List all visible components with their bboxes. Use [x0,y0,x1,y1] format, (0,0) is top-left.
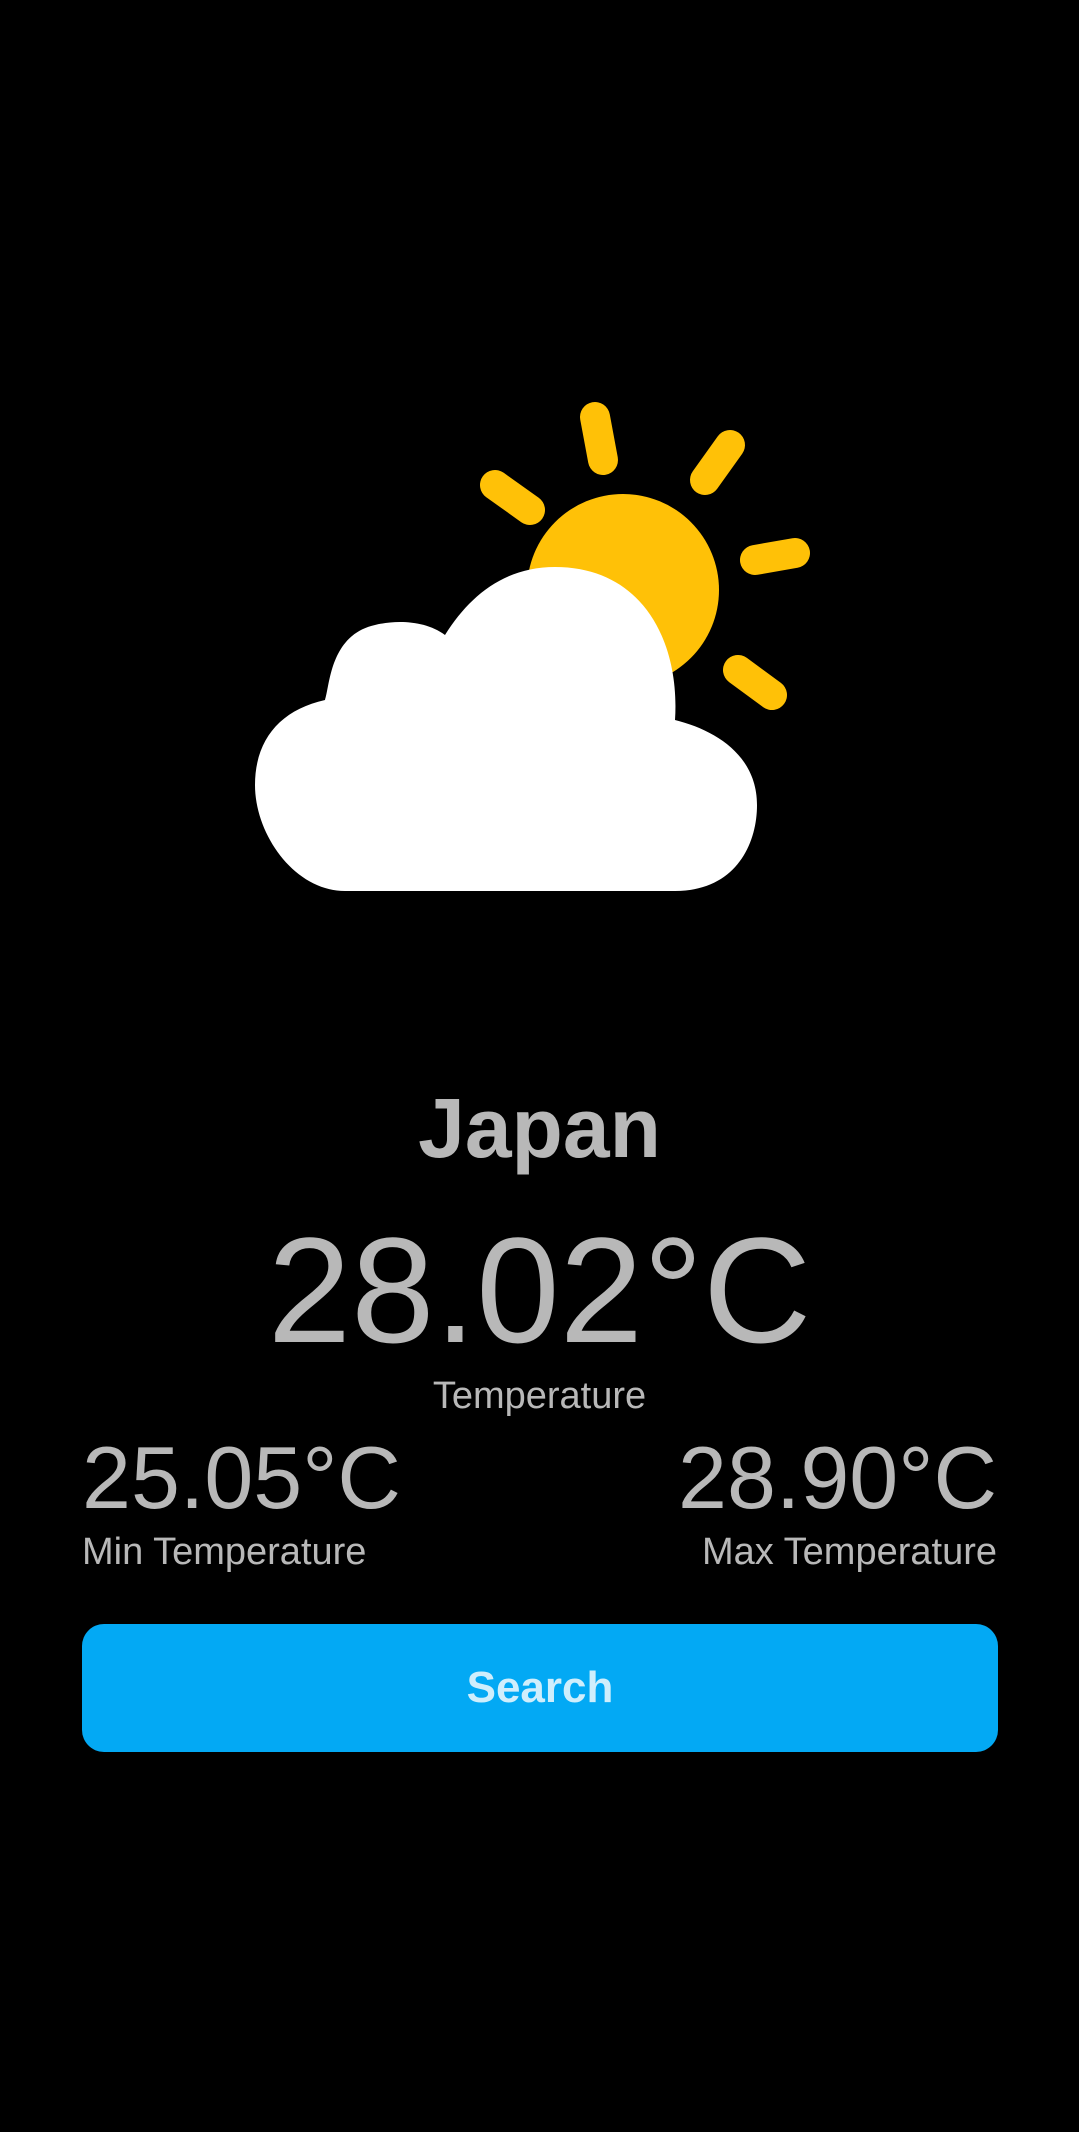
min-temperature-block: 25.05°C Min Temperature [82,1428,401,1576]
partly-cloudy-icon [255,395,825,905]
search-button[interactable]: Search [82,1624,998,1752]
min-temperature-label: Min Temperature [82,1531,367,1573]
temperature-label: Temperature [432,1375,647,1417]
max-temperature-label: Max Temperature [702,1531,997,1573]
min-temperature-value: 25.05°C [82,1428,401,1527]
current-temperature: 28.02°C [267,1206,812,1374]
max-temperature-value: 28.90°C [678,1428,997,1527]
max-temperature-block: 28.90°C Max Temperature [678,1428,997,1576]
city-name: Japan [418,1081,661,1175]
